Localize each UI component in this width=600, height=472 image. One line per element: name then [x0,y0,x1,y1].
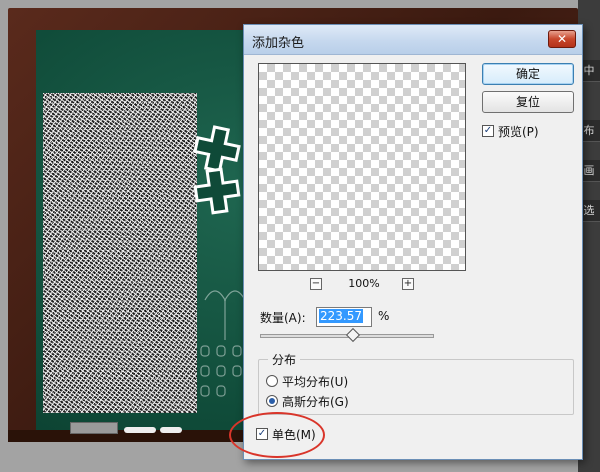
close-button[interactable]: ✕ [548,30,576,48]
annotation-highlight-ellipse [229,412,325,458]
minus-icon: − [311,278,321,289]
uniform-label: 平均分布(U) [282,375,349,389]
zoom-controls: − 100% + [258,277,466,293]
uniform-radio[interactable] [266,375,278,387]
preview-checkbox[interactable]: ✓ [482,125,494,137]
amount-value: 223.57 [319,309,363,323]
chalk-stick-2 [160,427,182,433]
zoom-level: 100% [348,277,380,290]
preview-label: 预览(P) [498,125,539,139]
filter-preview-area[interactable] [258,63,466,271]
board-eraser [70,422,118,434]
amount-slider-thumb[interactable] [345,327,361,343]
gaussian-label: 高斯分布(G) [282,395,349,409]
dialog-title: 添加杂色 [252,36,305,51]
distribution-legend: 分布 [268,351,301,368]
ok-button[interactable]: 确定 [482,63,574,85]
chalk-cross-shape-2 [193,167,241,215]
close-icon: ✕ [556,32,568,46]
reset-button[interactable]: 复位 [482,91,574,113]
chalk-stick [124,427,156,433]
plus-icon: + [403,278,413,289]
gaussian-radio[interactable] [266,395,278,407]
add-noise-dialog: 添加杂色 ✕ − 100% + 确定 复位 ✓ 预览(P) 数量(A): 223… [243,24,583,460]
checkmark-icon: ✓ [483,125,493,136]
amount-label: 数量(A): [260,311,306,325]
zoom-in-button[interactable]: + [402,278,414,290]
noise-layer-preview [43,93,197,413]
dialog-title-bar[interactable]: 添加杂色 ✕ [244,25,582,55]
amount-unit: % [378,309,390,323]
amount-input[interactable]: 223.57 [316,307,372,327]
zoom-out-button[interactable]: − [310,278,322,290]
